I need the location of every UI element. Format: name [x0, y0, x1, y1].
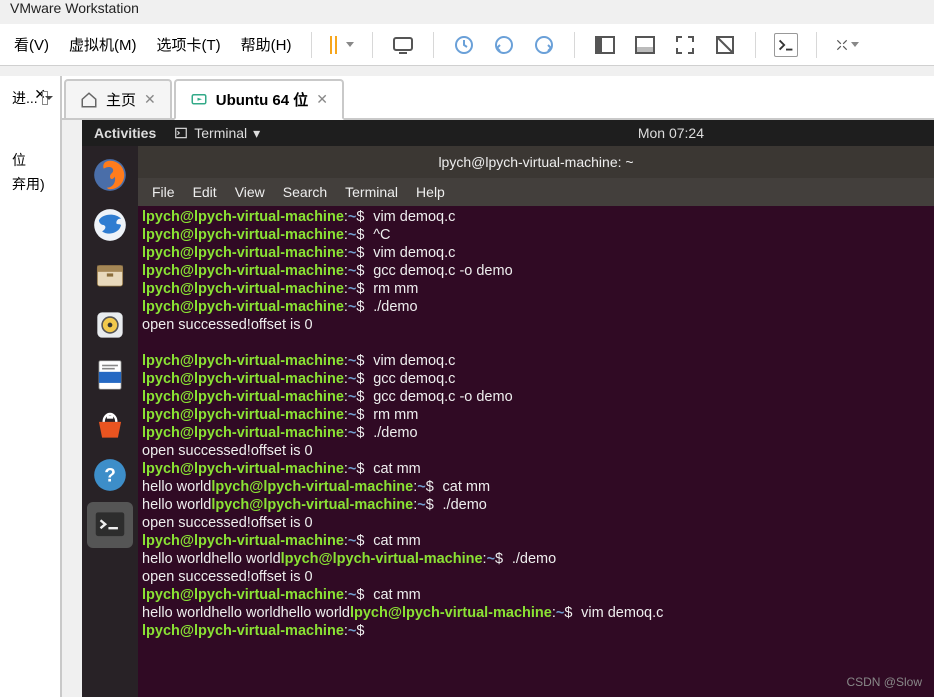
term-menu-search[interactable]: Search	[283, 184, 327, 200]
ubuntu-dock: ?	[82, 146, 138, 697]
close-icon[interactable]: ✕	[144, 91, 156, 108]
menu-view[interactable]: 看(V)	[4, 34, 59, 55]
terminal-body[interactable]: lpych@lpych-virtual-machine:~$ vim demoq…	[138, 206, 934, 697]
terminal-menubar: File Edit View Search Terminal Help	[138, 178, 934, 206]
separator	[372, 32, 373, 58]
watermark: CSDN @Slow	[846, 675, 922, 689]
separator	[755, 32, 756, 58]
term-menu-help[interactable]: Help	[416, 184, 445, 200]
app-menu-label: Terminal	[194, 125, 247, 141]
vm-tabs: 主页 ✕ Ubuntu 64 位 ✕	[62, 76, 934, 120]
separator	[433, 32, 434, 58]
tab-ubuntu[interactable]: Ubuntu 64 位 ✕	[174, 79, 344, 120]
search-dropdown[interactable]	[42, 91, 48, 105]
term-menu-edit[interactable]: Edit	[193, 184, 217, 200]
unity-icon[interactable]	[713, 33, 737, 57]
activities-button[interactable]: Activities	[94, 125, 156, 141]
dock-help[interactable]: ?	[87, 452, 133, 498]
app-menu[interactable]: Terminal ▾	[174, 125, 260, 142]
dock-firefox[interactable]	[87, 152, 133, 198]
search-row: 进...	[12, 88, 48, 108]
send-ctrl-alt-del-icon[interactable]	[391, 33, 415, 57]
guest-desktop: Activities Terminal ▾ Mon 07:24 ? lpych@…	[82, 120, 934, 697]
dock-software[interactable]	[87, 402, 133, 448]
separator	[574, 32, 575, 58]
fullscreen-icon[interactable]	[673, 33, 697, 57]
home-icon	[80, 91, 98, 109]
library-panel: ✕ 进... 位 弃用)	[0, 76, 62, 697]
vm-icon	[190, 91, 208, 109]
snapshot-revert-icon[interactable]	[492, 33, 516, 57]
app-title: VMware Workstation	[0, 0, 149, 14]
term-menu-view[interactable]: View	[235, 184, 265, 200]
dock-thunderbird[interactable]	[87, 202, 133, 248]
separator	[816, 32, 817, 58]
menu-tabs[interactable]: 选项卡(T)	[147, 34, 231, 55]
term-menu-file[interactable]: File	[152, 184, 175, 200]
tab-home-label: 主页	[106, 89, 136, 110]
console-icon[interactable]	[774, 33, 798, 57]
term-menu-terminal[interactable]: Terminal	[345, 184, 398, 200]
library-item-2[interactable]: 弃用)	[12, 174, 48, 194]
dock-files[interactable]	[87, 252, 133, 298]
dock-rhythmbox[interactable]	[87, 302, 133, 348]
menu-vm[interactable]: 虚拟机(M)	[59, 34, 147, 55]
dock-terminal[interactable]	[87, 502, 133, 548]
close-icon[interactable]: ✕	[316, 91, 328, 108]
snapshot-take-icon[interactable]	[452, 33, 476, 57]
separator	[311, 32, 312, 58]
layout-side-icon[interactable]	[593, 33, 617, 57]
tab-home[interactable]: 主页 ✕	[64, 79, 172, 118]
dock-writer[interactable]	[87, 352, 133, 398]
terminal-titlebar: lpych@lpych-virtual-machine: ~	[138, 146, 934, 178]
stretch-icon[interactable]	[835, 33, 859, 57]
terminal-indicator-icon	[174, 126, 188, 140]
chevron-down-icon: ▾	[253, 125, 260, 142]
tab-ubuntu-label: Ubuntu 64 位	[216, 89, 309, 110]
menu-help[interactable]: 帮助(H)	[231, 34, 302, 55]
ubuntu-topbar: Activities Terminal ▾ Mon 07:24	[82, 120, 934, 146]
layout-bottom-icon[interactable]	[633, 33, 657, 57]
clock[interactable]: Mon 07:24	[638, 125, 704, 141]
library-item-1[interactable]: 位	[12, 150, 48, 170]
snapshot-manage-icon[interactable]	[532, 33, 556, 57]
pause-button[interactable]	[330, 33, 354, 57]
svg-text:?: ?	[104, 465, 116, 486]
host-menubar: 看(V) 虚拟机(M) 选项卡(T) 帮助(H)	[0, 24, 934, 66]
